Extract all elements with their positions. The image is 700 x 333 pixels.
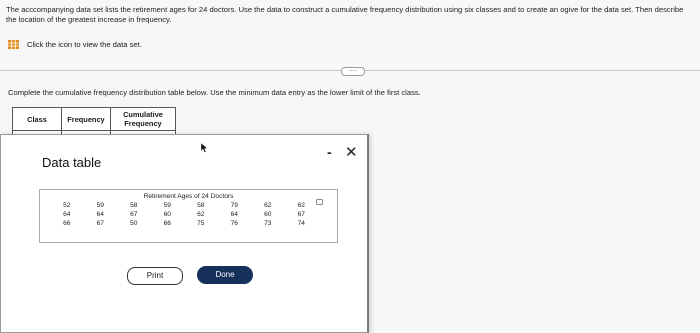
age-cell: 59 [163,202,171,209]
age-cell: 59 [96,202,104,209]
copy-icon[interactable] [316,199,323,205]
age-cell: 52 [63,202,71,209]
question-text: The acccompanying data set lists the ret… [6,5,684,24]
cumulative-frequency-table: Class Frequency Cumulative Frequency [12,107,176,137]
age-cell: 58 [197,202,205,209]
data-caption: Retirement Ages of 24 Doctors [143,193,234,200]
ages-grid: 52 59 58 59 58 79 62 62 64 64 67 60 62 6… [50,202,318,227]
data-link-label[interactable]: Click the icon to view the data set. [27,40,142,49]
age-cell: 74 [297,220,305,227]
age-cell: 76 [230,220,238,227]
age-cell: 67 [130,211,138,218]
age-cell: 64 [63,211,71,218]
age-cell: 62 [264,202,272,209]
print-button[interactable]: Print [127,267,183,285]
close-button[interactable]: ✕ [345,143,358,161]
age-cell: 50 [130,220,138,227]
age-cell: 62 [197,211,205,218]
cumulative-header-line1: Cumulative [123,110,163,119]
age-cell: 58 [130,202,138,209]
age-cell: 67 [297,211,305,218]
done-button[interactable]: Done [197,266,253,284]
grid-icon[interactable] [8,40,19,49]
dialog-title: Data table [42,155,102,170]
age-cell: 64 [230,211,238,218]
age-cell: 62 [297,202,305,209]
mouse-cursor-icon [201,143,208,153]
age-cell: 75 [197,220,205,227]
age-cell: 64 [96,211,104,218]
cumulative-frequency-header: Cumulative Frequency [110,107,176,131]
data-table-dialog: Data table - ✕ Retirement Ages of 24 Doc… [0,134,369,333]
cumulative-header-line2: Frequency [124,119,162,128]
age-cell: 73 [264,220,272,227]
age-cell: 60 [163,211,171,218]
instruction-text: Complete the cumulative frequency distri… [8,88,421,97]
data-link[interactable]: Click the icon to view the data set. [8,40,142,49]
ages-data-box: Retirement Ages of 24 Doctors 52 59 58 5… [39,189,338,243]
minimize-button[interactable]: - [327,144,332,160]
age-cell: 66 [63,220,71,227]
expand-handle[interactable]: ..... [341,67,365,76]
class-header: Class [12,107,62,131]
age-cell: 66 [163,220,171,227]
age-cell: 79 [230,202,238,209]
frequency-header: Frequency [61,107,111,131]
age-cell: 67 [96,220,104,227]
age-cell: 60 [264,211,272,218]
